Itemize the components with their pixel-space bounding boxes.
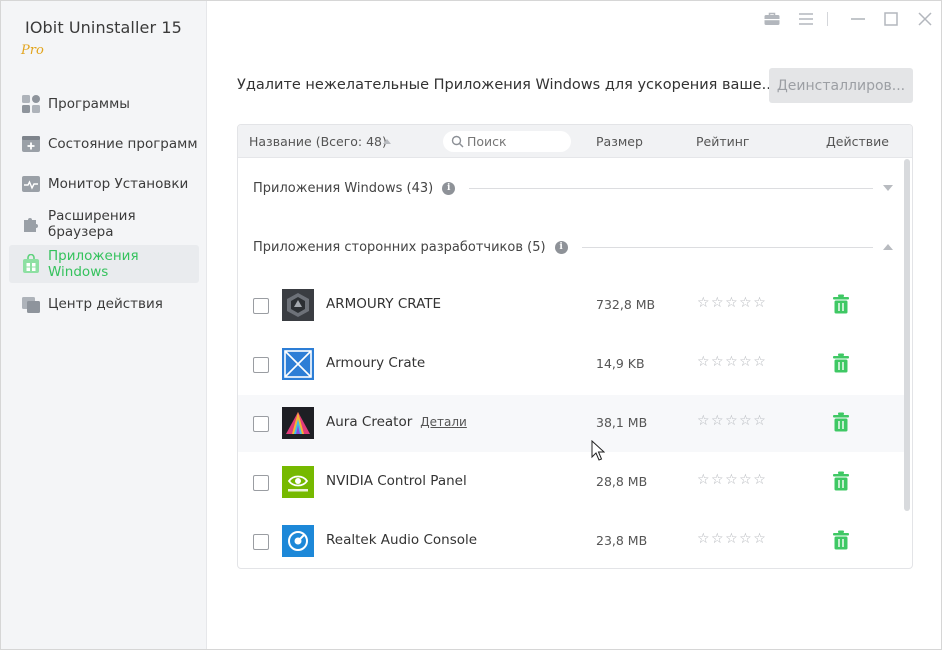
sort-ascending-icon[interactable] [383,139,391,144]
sidebar-item-label: Центр действия [48,296,163,312]
sidebar-item-programs[interactable]: Программы [9,85,199,123]
table-header: Название (Всего: 48) Размер Рейтинг Дейс… [238,125,912,158]
realtek-audio-icon [282,525,314,557]
sidebar-item-label: Приложения Windows [48,248,139,280]
app-size: 23,8 MB [596,533,648,548]
sidebar-item-install-monitor[interactable]: Монитор Установки [9,165,199,203]
search-input[interactable] [467,133,565,150]
install-monitor-icon [22,176,40,192]
rating-stars[interactable]: ☆☆☆☆☆ [697,531,767,547]
row-checkbox[interactable] [253,357,269,373]
minimize-icon[interactable] [849,10,867,28]
app-size: 38,1 MB [596,415,648,430]
close-icon[interactable] [916,10,934,28]
app-size: 28,8 MB [596,474,648,489]
column-rating[interactable]: Рейтинг [696,134,750,149]
sidebar-item-label: Монитор Установки [48,176,189,192]
trash-icon[interactable] [832,412,850,432]
apps-table: Название (Всего: 48) Размер Рейтинг Дейс… [237,124,913,569]
page-headline: Удалите нежелательные Приложения Windows… [237,77,776,93]
sidebar-item-label: Расширения браузера [48,208,136,240]
table-row[interactable]: Realtek Audio Console 23,8 MB ☆☆☆☆☆ [238,513,904,568]
maximize-icon[interactable] [882,10,900,28]
vertical-scrollbar[interactable] [904,159,910,511]
group-divider [581,246,873,248]
uninstall-button[interactable]: Деинсталлиров... [769,68,913,103]
titlebar-divider [827,12,828,26]
windows-apps-icon [23,254,39,273]
row-checkbox[interactable] [253,475,269,491]
menu-icon[interactable] [797,10,815,28]
app-size: 732,8 MB [596,297,656,312]
browser-extension-icon [24,218,38,232]
info-icon[interactable]: i [554,240,568,254]
trash-icon[interactable] [832,471,850,491]
app-name: Armoury Crate [326,355,426,371]
group-third-party-apps[interactable]: Приложения сторонних разработчиков (5) i [253,237,893,257]
trash-icon[interactable] [832,294,850,314]
table-row[interactable]: Aura Creator Детали 38,1 MB ☆☆☆☆☆ [238,395,904,452]
details-link[interactable]: Детали [420,415,467,429]
group-label: Приложения Windows (43) [253,180,434,196]
row-checkbox[interactable] [253,534,269,550]
app-name: Realtek Audio Console [326,532,478,548]
collapse-icon[interactable] [883,244,893,250]
sidebar-item-windows-apps[interactable]: Приложения Windows [9,245,199,283]
sidebar: IObit Uninstaller 15 Pro Программы Состо [1,1,207,649]
search-icon [451,135,464,148]
program-status-icon [22,136,40,152]
sidebar-item-action-center[interactable]: Центр действия [9,285,199,323]
programs-icon [22,95,40,113]
expand-icon[interactable] [883,185,893,191]
rating-stars[interactable]: ☆☆☆☆☆ [697,354,767,370]
armoury-crate-blue-icon [282,348,314,380]
rating-stars[interactable]: ☆☆☆☆☆ [697,295,767,311]
action-center-icon [22,297,40,313]
column-name[interactable]: Название (Всего: 48) [249,134,387,149]
row-checkbox[interactable] [253,416,269,432]
app-edition: Pro [21,43,44,58]
armoury-crate-icon [282,289,314,321]
app-name: Aura Creator Детали [326,414,467,430]
group-divider [469,187,873,189]
column-size[interactable]: Размер [596,134,643,149]
app-name: NVIDIA Control Panel [326,473,467,489]
table-row[interactable]: Armoury Crate 14,9 KB ☆☆☆☆☆ [238,336,904,393]
sidebar-item-browser-extensions[interactable]: Расширения браузера [9,205,199,243]
nvidia-icon [282,466,314,498]
trash-icon[interactable] [832,353,850,373]
group-label: Приложения сторонних разработчиков (5) [253,239,546,255]
aura-creator-icon [282,407,314,439]
sidebar-item-label: Программы [48,96,130,112]
trash-icon[interactable] [832,530,850,550]
row-checkbox[interactable] [253,298,269,314]
app-name-text: Aura Creator [326,414,413,430]
sidebar-item-program-status[interactable]: Состояние программ [9,125,199,163]
sidebar-item-label: Состояние программ [48,136,198,152]
app-size: 14,9 KB [596,356,645,371]
table-row[interactable]: NVIDIA Control Panel 28,8 MB ☆☆☆☆☆ [238,454,904,511]
info-icon[interactable]: i [442,181,456,195]
group-windows-apps[interactable]: Приложения Windows (43) i [253,178,893,198]
app-title: IObit Uninstaller 15 [25,18,182,37]
toolbox-icon[interactable] [763,10,781,28]
search-box[interactable] [443,131,571,152]
rating-stars[interactable]: ☆☆☆☆☆ [697,472,767,488]
rating-stars[interactable]: ☆☆☆☆☆ [697,413,767,429]
column-action: Действие [826,134,889,149]
app-window: IObit Uninstaller 15 Pro Программы Состо [0,0,942,650]
table-row[interactable]: ARMOURY CRATE 732,8 MB ☆☆☆☆☆ [238,277,904,334]
app-name: ARMOURY CRATE [326,296,442,312]
sidebar-nav: Программы Состояние программ Монитор Уст… [9,85,199,325]
mouse-cursor-icon [591,440,605,461]
